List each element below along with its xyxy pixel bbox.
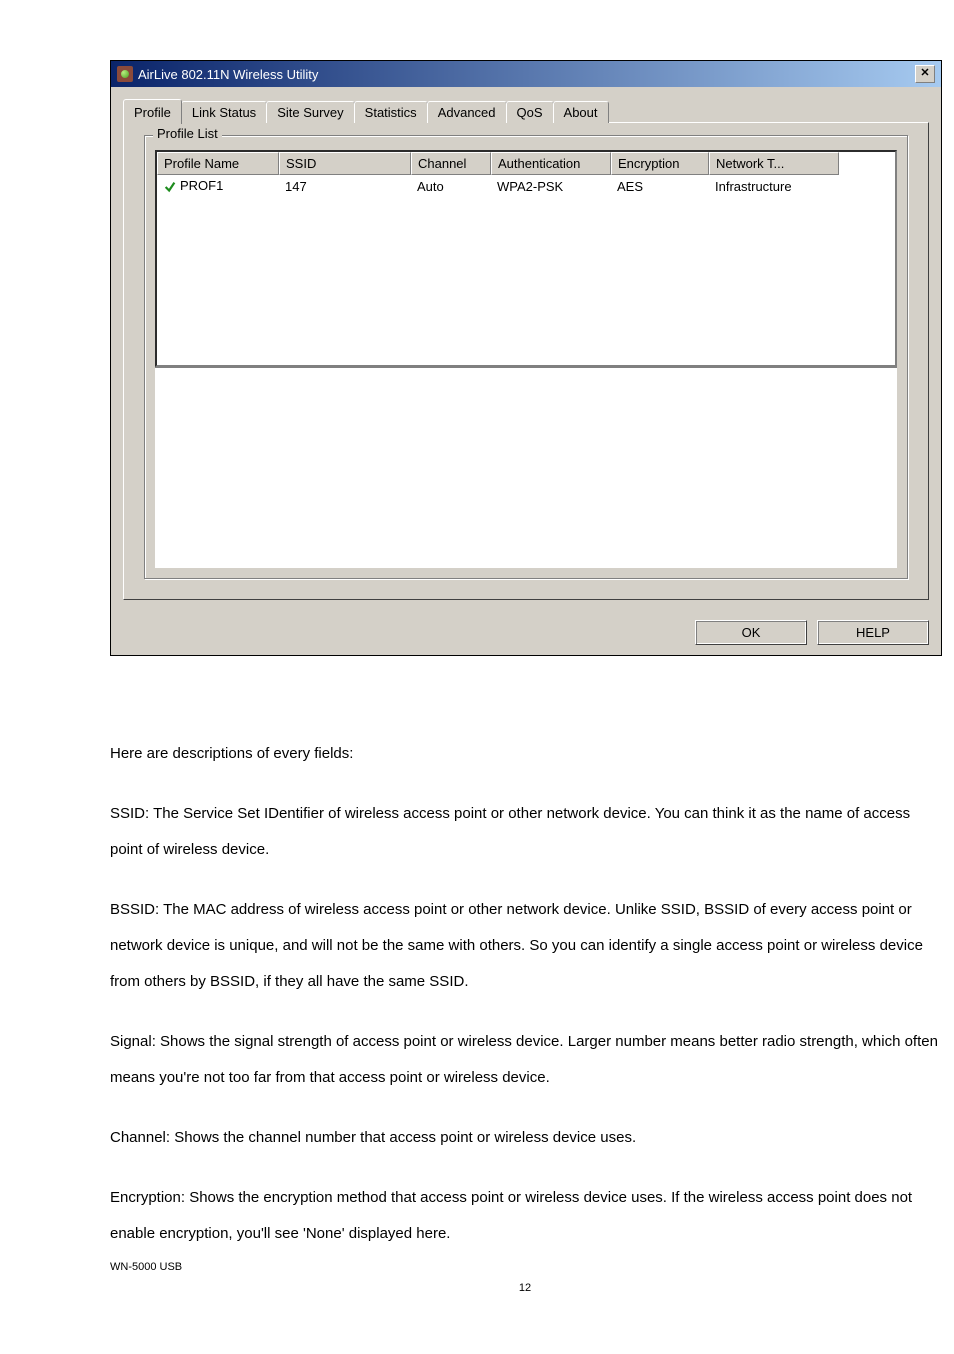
tab-link-status[interactable]: Link Status — [181, 101, 267, 123]
cell-channel: Auto — [411, 179, 491, 194]
ok-button[interactable]: OK — [695, 620, 807, 645]
close-button[interactable]: ✕ — [915, 65, 935, 83]
cell-net: Infrastructure — [709, 179, 839, 194]
doc-signal: Signal: Shows the signal strength of acc… — [110, 1024, 940, 1096]
profile-list-legend: Profile List — [153, 126, 222, 141]
doc-ssid: SSID: The Service Set IDentifier of wire… — [110, 796, 940, 868]
doc-footer: WN-5000 USB — [110, 1254, 940, 1280]
tab-statistics[interactable]: Statistics — [354, 101, 428, 123]
tab-qos[interactable]: QoS — [506, 101, 554, 123]
bottom-button-bar: OK HELP — [111, 612, 941, 655]
window-title: AirLive 802.11N Wireless Utility — [138, 67, 915, 82]
list-item[interactable]: PROF1 147 Auto WPA2-PSK AES Infrastructu… — [157, 175, 895, 197]
cell-ssid: 147 — [279, 179, 411, 194]
page-number: 12 — [110, 1282, 940, 1294]
titlebar: AirLive 802.11N Wireless Utility ✕ — [111, 61, 941, 87]
app-icon — [117, 66, 133, 82]
client-area: Profile Link Status Site Survey Statisti… — [111, 87, 941, 612]
col-network-type[interactable]: Network T... — [709, 152, 839, 175]
doc-channel: Channel: Shows the channel number that a… — [110, 1120, 940, 1156]
cell-enc: AES — [611, 179, 709, 194]
listview-header: Profile Name SSID Channel Authentication… — [157, 152, 895, 175]
cell-auth: WPA2-PSK — [491, 179, 611, 194]
active-check-icon — [163, 180, 177, 194]
col-ssid[interactable]: SSID — [279, 152, 411, 175]
dialog-window: AirLive 802.11N Wireless Utility ✕ Profi… — [110, 60, 942, 656]
tab-profile[interactable]: Profile — [123, 99, 182, 124]
tab-about[interactable]: About — [553, 101, 609, 123]
col-encryption[interactable]: Encryption — [611, 152, 709, 175]
cell-profile-name: PROF1 — [157, 178, 279, 194]
lower-white-area — [155, 367, 897, 568]
document-body: Here are descriptions of every fields: S… — [110, 736, 940, 1280]
profile-list-group: Profile List Profile Name SSID Channel A… — [144, 135, 908, 579]
tab-strip: Profile Link Status Site Survey Statisti… — [123, 99, 929, 123]
tab-panel-profile: Profile List Profile Name SSID Channel A… — [123, 122, 929, 600]
help-button[interactable]: HELP — [817, 620, 929, 645]
doc-bssid: BSSID: The MAC address of wireless acces… — [110, 892, 940, 1000]
doc-intro: Here are descriptions of every fields: — [110, 736, 940, 772]
profile-listview[interactable]: Profile Name SSID Channel Authentication… — [155, 150, 897, 367]
tab-advanced[interactable]: Advanced — [427, 101, 507, 123]
col-profile-name[interactable]: Profile Name — [157, 152, 279, 175]
col-authentication[interactable]: Authentication — [491, 152, 611, 175]
col-channel[interactable]: Channel — [411, 152, 491, 175]
listview-body: PROF1 147 Auto WPA2-PSK AES Infrastructu… — [157, 175, 895, 365]
doc-encryption: Encryption: Shows the encryption method … — [110, 1180, 940, 1252]
tab-site-survey[interactable]: Site Survey — [266, 101, 354, 123]
